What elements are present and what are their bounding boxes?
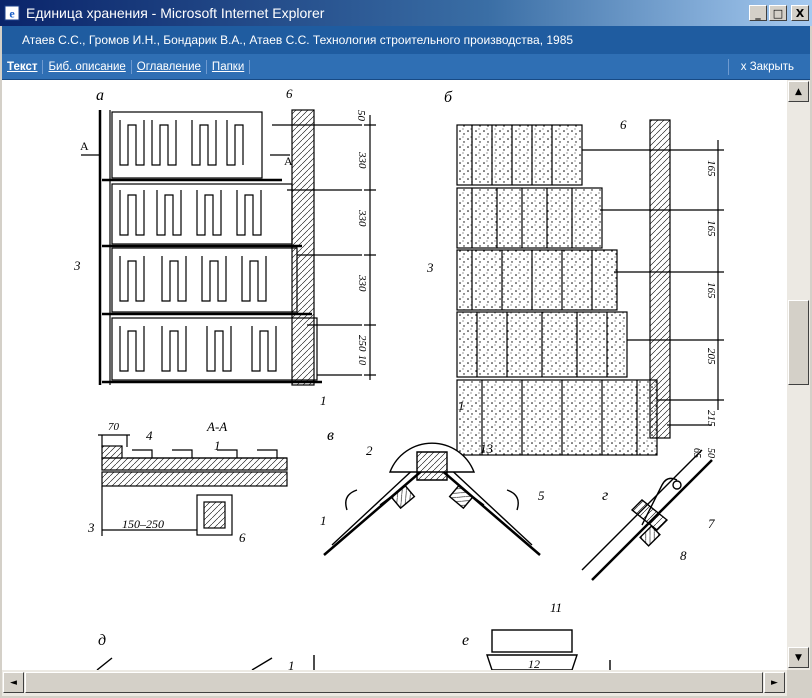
callout-4: 4 (146, 428, 153, 443)
nav-link-bib-description[interactable]: Биб. описание (43, 59, 132, 74)
callout-12: 12 (528, 657, 540, 670)
callout-1-section: 1 (214, 438, 221, 453)
callout-6-panel-a: 6 (286, 86, 293, 101)
document-content: а А А 6 3 1 50 330 330 330 250 10 б 6 3 … (2, 80, 787, 670)
vertical-scroll-thumb[interactable] (788, 300, 809, 385)
minimize-button[interactable]: _ (749, 5, 767, 21)
vertical-scrollbar[interactable]: ▲ ▼ (787, 80, 810, 670)
panel-e-drawing (486, 629, 611, 670)
callout-6-section: 6 (239, 530, 246, 545)
callout-2: 2 (366, 443, 373, 458)
panel-letter-g: г (602, 487, 608, 504)
scroll-up-button[interactable]: ▲ (788, 81, 809, 102)
dim-b-4: 215 (705, 410, 717, 427)
horizontal-scrollbar[interactable]: ◄ ► (2, 670, 787, 696)
horizontal-scroll-thumb[interactable] (25, 672, 763, 693)
document-nav-bar: Текст Биб. описание Оглавление Папки x З… (2, 54, 810, 80)
scroll-left-button[interactable]: ◄ (3, 672, 24, 693)
window-title: Единица хранения - Microsoft Internet Ex… (26, 5, 325, 21)
callout-7: 7 (708, 516, 715, 531)
dim-a-5: 10 (356, 355, 367, 365)
svg-text:e: e (9, 7, 15, 21)
dim-a-0: 50 (355, 110, 367, 122)
close-window-button[interactable]: X (791, 5, 809, 21)
nav-link-contents[interactable]: Оглавление (132, 59, 207, 74)
callout-1-panel-a: 1 (320, 393, 327, 408)
dim-b-2: 165 (705, 282, 717, 299)
nav-link-folders[interactable]: Папки (207, 59, 251, 74)
panel-d-drawing (96, 655, 315, 670)
book-citation: Атаев С.С., Громов И.Н., Бондарик В.А., … (22, 33, 574, 47)
callout-1-panel-b: 1 (458, 398, 465, 413)
dim-aa-bottom: 150–250 (122, 517, 164, 531)
panel-g-drawing (581, 449, 713, 581)
panel-letter-a: а (96, 87, 104, 104)
cut-marker-a-left: А (80, 139, 89, 153)
dim-b-0: 165 (705, 160, 717, 177)
cut-marker-a-right: А (284, 154, 293, 168)
dim-a-3: 330 (356, 274, 368, 292)
callout-13: 13 (480, 441, 494, 456)
scrollbar-corner (787, 670, 810, 696)
dim-b-5: 50 (705, 448, 716, 458)
nav-link-text[interactable]: Текст (2, 59, 44, 74)
callout-5: 5 (538, 488, 545, 503)
section-label-aa: А-А (206, 419, 227, 434)
scroll-down-button[interactable]: ▼ (788, 647, 809, 668)
panel-a-drawing (81, 109, 376, 386)
callout-8: 8 (680, 548, 687, 563)
panel-letter-b: б (444, 89, 453, 106)
dim-b-6: 65 (691, 448, 702, 458)
dim-a-1: 330 (356, 151, 368, 169)
callout-1-panel-d: 1 (288, 658, 295, 670)
callout-3-panel-b: 3 (426, 260, 434, 275)
callout-6-panel-b: 6 (620, 117, 627, 132)
maximize-button[interactable]: □ (769, 5, 787, 21)
dim-b-3: 205 (705, 348, 717, 365)
dim-b-1: 165 (705, 220, 717, 237)
panel-letter-d: д (98, 632, 106, 649)
internet-explorer-icon: e (4, 5, 20, 21)
callout-1-panel-v: 1 (320, 513, 327, 528)
panel-letter-v: в (327, 427, 334, 444)
book-citation-bar: Атаев С.С., Громов И.Н., Бондарик В.А., … (2, 26, 810, 54)
panel-v-drawing (323, 442, 541, 556)
callout-11: 11 (550, 600, 562, 615)
callout-3-section: 3 (87, 520, 95, 535)
panel-b-drawing (456, 119, 724, 456)
scroll-right-button[interactable]: ► (764, 672, 785, 693)
technical-drawing: а А А 6 3 1 50 330 330 330 250 10 б 6 3 … (73, 86, 724, 670)
dim-a-2: 330 (356, 209, 368, 227)
dim-aa-top: 70 (108, 421, 120, 433)
callout-3-panel-a: 3 (73, 258, 81, 273)
window-titlebar: e Единица хранения - Microsoft Internet … (0, 0, 812, 26)
panel-letter-e: е (462, 632, 469, 649)
close-document-link[interactable]: x Закрыть (727, 58, 810, 75)
dim-a-4: 250 (356, 335, 368, 352)
